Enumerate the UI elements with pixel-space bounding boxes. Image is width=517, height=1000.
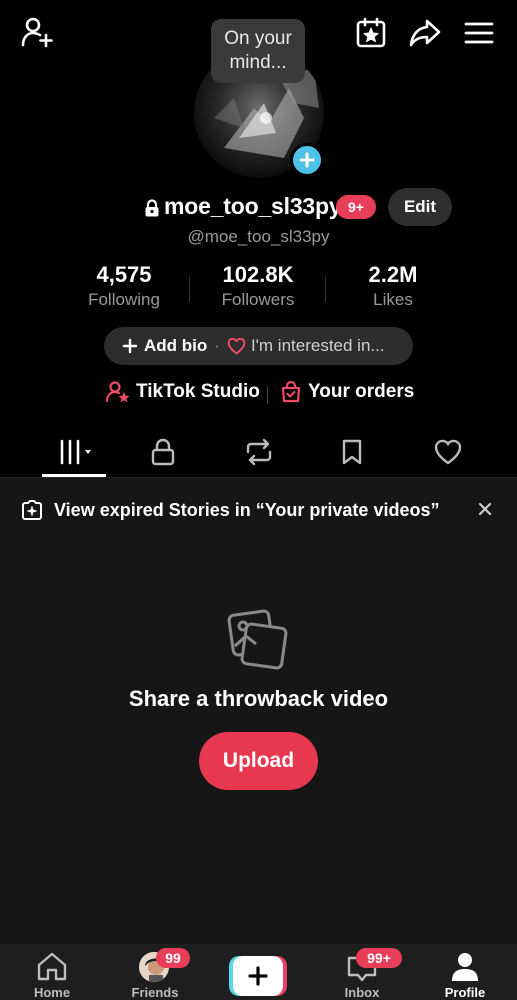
- home-icon: [37, 952, 67, 981]
- tab-videos[interactable]: [44, 430, 104, 474]
- stat-divider: [325, 276, 326, 302]
- tab-reposts[interactable]: [229, 430, 289, 474]
- user-handle: @moe_too_sl33py: [187, 227, 330, 246]
- heart-outline-icon: [227, 337, 246, 355]
- stat-label: Following: [88, 290, 160, 309]
- expired-stories-banner[interactable]: View expired Stories in “Your private vi…: [54, 500, 439, 521]
- lock-icon: [144, 199, 160, 217]
- nav-profile[interactable]: Profile: [425, 944, 505, 1000]
- plus-icon: [248, 966, 268, 986]
- stat-value: 102.8K: [222, 262, 294, 287]
- lock-icon: [151, 438, 175, 466]
- orders-label: Your orders: [308, 381, 415, 402]
- grid-bars-icon: [60, 439, 91, 465]
- add-friend-icon[interactable]: [16, 12, 58, 52]
- profile-screen: On your mind... moe_too_sl33py 9+ Edit @…: [0, 0, 517, 1000]
- bio-separator: ·: [214, 336, 220, 355]
- bookmark-icon: [342, 439, 362, 465]
- shopping-bag-icon: [281, 381, 301, 403]
- nav-friends-label: Friends: [131, 985, 179, 1000]
- stat-divider: [189, 276, 190, 302]
- plus-icon: [122, 338, 138, 354]
- inbox-badge: 99+: [356, 948, 402, 968]
- tab-liked[interactable]: [418, 430, 478, 474]
- studio-user-star-icon: [106, 381, 130, 403]
- profile-icon: [452, 953, 478, 981]
- add-bio-button[interactable]: Add bio: [122, 336, 207, 356]
- tab-saved[interactable]: [322, 430, 382, 474]
- interests-label: I'm interested in...: [250, 336, 385, 355]
- add-photo-plus-icon[interactable]: [290, 143, 324, 177]
- add-bio-label: Add bio: [144, 336, 208, 355]
- empty-state-title: Share a throwback video: [128, 686, 389, 711]
- stat-value: 4,575: [96, 262, 152, 287]
- close-icon[interactable]: [472, 496, 498, 522]
- create-button[interactable]: [229, 956, 287, 996]
- upload-button[interactable]: Upload: [199, 732, 318, 790]
- link-divider: [267, 386, 268, 404]
- nav-profile-label: Profile: [444, 985, 486, 1000]
- stat-label: Followers: [221, 290, 295, 309]
- tab-private[interactable]: [133, 430, 193, 474]
- repost-icon: [246, 438, 272, 466]
- notification-badge[interactable]: 9+: [336, 195, 376, 219]
- menu-icon[interactable]: [458, 12, 500, 54]
- nav-home[interactable]: Home: [12, 944, 92, 1000]
- nav-home-label: Home: [33, 985, 71, 1000]
- nav-inbox-label: Inbox: [344, 985, 380, 1000]
- interests-button[interactable]: I'm interested in...: [227, 336, 385, 356]
- calendar-star-icon[interactable]: [350, 12, 392, 54]
- stat-value: 2.2M: [368, 262, 418, 287]
- stat-likes[interactable]: 2.2M Likes: [333, 262, 453, 311]
- edit-profile-button[interactable]: Edit: [388, 188, 452, 226]
- tiktok-studio-link[interactable]: TikTok Studio: [106, 381, 260, 403]
- share-icon[interactable]: [404, 12, 446, 54]
- bio-pill: Add bio · I'm interested in...: [104, 327, 413, 365]
- stat-followers[interactable]: 102.8K Followers: [198, 262, 318, 311]
- your-orders-link[interactable]: Your orders: [280, 381, 414, 403]
- stat-label: Likes: [373, 290, 413, 309]
- username[interactable]: moe_too_sl33py: [164, 193, 342, 220]
- stat-following[interactable]: 4,575 Following: [64, 262, 184, 311]
- friends-badge: 99: [156, 948, 190, 968]
- note-bubble[interactable]: On your mind...: [211, 19, 305, 83]
- photos-stack-icon: [226, 608, 290, 672]
- heart-icon: [434, 439, 462, 465]
- story-sparkle-icon: [20, 499, 44, 521]
- studio-label: TikTok Studio: [136, 381, 260, 402]
